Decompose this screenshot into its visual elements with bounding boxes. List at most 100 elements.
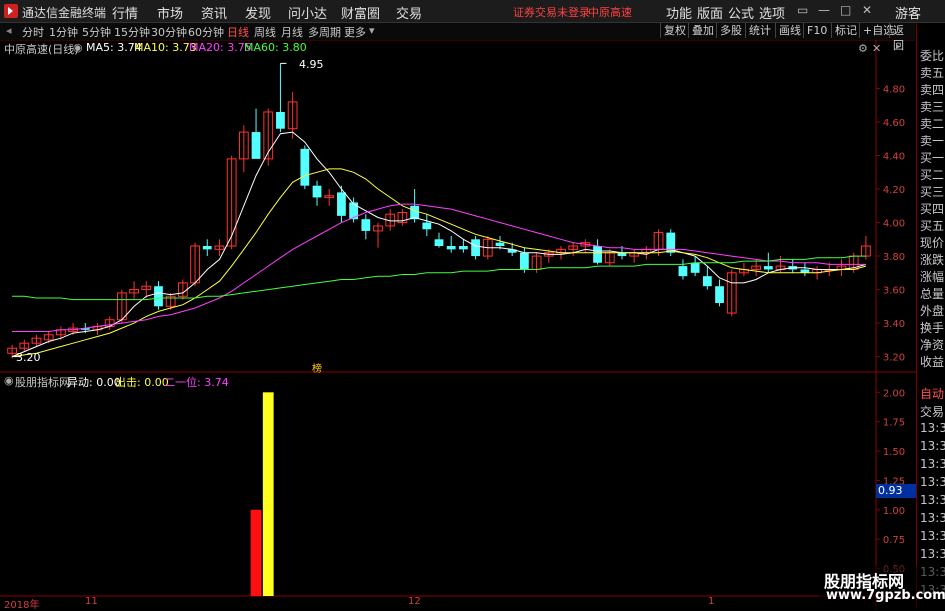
candle-body-down xyxy=(690,262,700,273)
quote-field-label: 买一 xyxy=(920,151,945,165)
menu-trade[interactable]: 交易 xyxy=(396,3,422,22)
period-toolbar: ◂ 分时 1分钟 5分钟 15分钟 30分钟 60分钟 日线 周线 月线 多周期… xyxy=(0,23,915,52)
quote-field-label: 卖四 xyxy=(920,83,945,97)
more-chevron-down-icon[interactable]: ▾ xyxy=(369,24,375,37)
ma-line-ma60 xyxy=(12,255,866,301)
maximize-icon[interactable]: □ xyxy=(840,3,851,17)
quote-side-panel: 委比 卖五 卖四 卖三 卖二 卖一 买一 买二 买三 买四 买五 现价 涨跌 涨幅 总量 外盘 换手 净资 收益 自… xyxy=(916,23,945,609)
login-warning[interactable]: 证券交易未登录 xyxy=(513,4,590,20)
skin-icon[interactable]: ▭ xyxy=(797,3,808,17)
quote-field-label: 买五 xyxy=(920,219,945,233)
period-tab-15min[interactable]: 15分钟 xyxy=(114,24,150,40)
candle-body-down xyxy=(678,266,688,277)
tool-mark-button[interactable]: 标记 xyxy=(831,23,860,38)
bang-marker[interactable]: 榜 xyxy=(312,360,322,375)
period-tab-multi[interactable]: 多周期 xyxy=(308,24,341,40)
candle-body-down xyxy=(434,239,444,247)
trade-time: 13:38 xyxy=(920,547,945,561)
menu-function[interactable]: 功能 xyxy=(666,3,692,22)
sub-y-tick-label: 1.50 xyxy=(883,447,905,458)
menu-quotes[interactable]: 行情 xyxy=(112,3,138,22)
tool-statistics-button[interactable]: 统计 xyxy=(745,23,774,38)
quote-field-label: 涨跌 xyxy=(920,253,945,267)
candle-body-down xyxy=(519,252,529,270)
tool-multi-stock-button[interactable]: 多股 xyxy=(716,23,745,38)
current-stock-name: 中原高速 xyxy=(588,6,632,19)
candle-body-down xyxy=(312,185,322,198)
quote-field-label: 涨幅 xyxy=(920,270,945,284)
ma20-value: MA20: 3.75 xyxy=(189,41,252,54)
chuji-value: 出击: 0.00 xyxy=(115,376,169,389)
y-tick-label: 4.20 xyxy=(883,185,905,196)
trade-time: 13:37 xyxy=(920,439,945,453)
period-tab-weekly[interactable]: 周线 xyxy=(254,24,276,40)
sub-indicator-name[interactable]: 股朋指标网 xyxy=(15,374,70,390)
trade-detail-tab[interactable]: 交易 xyxy=(920,403,944,420)
trade-time: 13:38 xyxy=(920,529,945,543)
toolbar-left-arrow-icon[interactable]: ◂ xyxy=(6,24,12,37)
trade-time: 13:37 xyxy=(920,457,945,471)
menu-ask[interactable]: 问小达 xyxy=(288,3,327,22)
menu-layout[interactable]: 版面 xyxy=(697,3,723,22)
tool-adjust-button[interactable]: 复权 xyxy=(660,23,689,38)
tool-back-button[interactable]: 返回 xyxy=(889,23,915,52)
x-label-month-12: 12 xyxy=(408,596,421,607)
sub-y-tick-label: 1.00 xyxy=(883,506,905,517)
period-tab-monthly[interactable]: 月线 xyxy=(281,24,303,40)
quote-field-label: 卖一 xyxy=(920,134,945,148)
high-price-marker: 4.95 xyxy=(299,58,324,71)
guest-label[interactable]: 游客 xyxy=(895,3,921,22)
tool-draw-line-button[interactable]: 画线 xyxy=(775,23,804,38)
candle-body-down xyxy=(300,148,310,186)
close-icon[interactable]: ✕ xyxy=(862,3,872,17)
period-tab-more[interactable]: 更多 xyxy=(344,24,366,40)
close-window-icon[interactable]: ✕ xyxy=(872,42,881,55)
ma-line-ma10 xyxy=(12,168,867,358)
quote-field-label: 外盘 xyxy=(920,304,945,318)
settings-icon[interactable]: ⚙ xyxy=(858,42,868,55)
sub-indicator-menu-icon[interactable]: ◉ xyxy=(4,374,14,387)
tool-overlay-button[interactable]: 叠加 xyxy=(688,23,717,38)
indicator-menu-icon[interactable]: ◉ xyxy=(73,41,83,54)
app-logo-icon xyxy=(4,4,18,18)
ma-line-ma20 xyxy=(12,203,866,332)
menu-wealth[interactable]: 财富圈 xyxy=(341,3,380,22)
sub-y-tick-label: 1.75 xyxy=(883,418,905,429)
period-tab-5min[interactable]: 5分钟 xyxy=(82,24,111,40)
eryiwei-value: 二一位: 3.74 xyxy=(164,376,229,389)
sub-y-tick-label: 2.00 xyxy=(883,388,905,399)
candle-body-down xyxy=(337,192,346,216)
y-tick-label: 3.40 xyxy=(883,319,905,330)
menu-formula[interactable]: 公式 xyxy=(728,3,754,22)
period-tab-30min[interactable]: 30分钟 xyxy=(151,24,187,40)
quote-field-label: 委比 xyxy=(920,49,945,63)
period-tab-daily[interactable]: 日线 xyxy=(227,24,249,40)
quote-field-label: 买四 xyxy=(920,202,945,216)
period-tab-fenshi[interactable]: 分时 xyxy=(22,24,44,40)
candle-body-down xyxy=(593,246,602,263)
expand-icon[interactable]: ▸ xyxy=(896,42,901,52)
quote-field-label: 净资 xyxy=(920,338,945,352)
quote-field-label: 买二 xyxy=(920,168,945,182)
quote-field-label: 收益 xyxy=(920,355,945,369)
tool-f10-button[interactable]: F10 xyxy=(803,23,830,38)
stock-title[interactable]: 中原高速(日线) xyxy=(4,41,79,57)
period-tab-60min[interactable]: 60分钟 xyxy=(188,24,224,40)
watermark-url: www.7gpzb.com xyxy=(826,588,945,603)
y-tick-label: 4.60 xyxy=(883,118,905,129)
minimize-icon[interactable]: — xyxy=(818,3,830,17)
menu-news[interactable]: 资讯 xyxy=(201,3,227,22)
auto-toggle[interactable]: 自动 xyxy=(920,385,944,402)
y-tick-label: 3.60 xyxy=(883,286,905,297)
period-tab-1min[interactable]: 1分钟 xyxy=(49,24,78,40)
candle-body-down xyxy=(422,222,432,230)
menu-bar: 通达信金融终端 行情 市场 资讯 发现 问小达 财富圈 交易 证券交易未登录 中… xyxy=(0,0,945,23)
signal-bar xyxy=(250,509,262,596)
menu-options[interactable]: 选项 xyxy=(759,3,785,22)
candle-body-down xyxy=(617,252,627,257)
menu-market[interactable]: 市场 xyxy=(157,3,183,22)
kline-chart[interactable]: 4.80 4.60 4.40 4.20 4.00 3.80 3.60 3.40 3.20 2.00… xyxy=(0,40,916,609)
menu-discover[interactable]: 发现 xyxy=(245,3,271,22)
candle-body-down xyxy=(202,246,212,250)
trade-time: 13:37 xyxy=(920,493,945,507)
